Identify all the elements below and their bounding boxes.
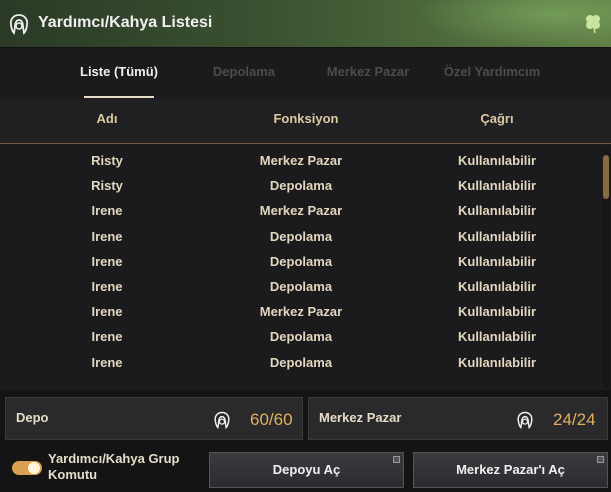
helper-name-cell: Irene bbox=[91, 203, 123, 219]
helper-function-cell: Merkez Pazar bbox=[259, 153, 343, 168]
market-summary-panel: Merkez Pazar 24/24 bbox=[308, 397, 608, 440]
helper-name-cell: Risty bbox=[91, 153, 123, 168]
helper-function-cell: Merkez Pazar bbox=[259, 304, 343, 320]
helper-name-cell: Risty bbox=[91, 178, 123, 194]
helper-function-cell: Depolama bbox=[269, 178, 333, 194]
open-storage-button[interactable]: Depoyu Aç bbox=[209, 452, 404, 488]
column-header-row: Adı Fonksiyon Çağrı bbox=[0, 99, 611, 144]
maid-head-icon bbox=[214, 411, 230, 430]
popout-icon bbox=[393, 456, 400, 463]
helper-function-cell: Depolama bbox=[269, 278, 333, 294]
helper-name-cell: Irene bbox=[91, 354, 123, 370]
column-header-call[interactable]: Çağrı bbox=[417, 111, 577, 126]
group-command-label: Yardımcı/Kahya Grup Komutu bbox=[48, 451, 180, 482]
table-row[interactable]: Irene Depolama Kullanılabilir bbox=[0, 275, 600, 300]
table-row[interactable]: Irene Merkez Pazar Kullanılabilir bbox=[0, 199, 600, 224]
helper-list[interactable]: Risty Merkez Pazar Kullanılabilir Risty Depo… bbox=[0, 149, 600, 387]
title-bar[interactable]: Yardımcı/Kahya Listesi bbox=[0, 0, 611, 48]
helper-call-status-cell: Kullanılabilir bbox=[457, 278, 536, 294]
helper-call-status-cell: Kullanılabilir bbox=[457, 203, 536, 219]
helper-call-status-cell: Kullanılabilir bbox=[457, 178, 536, 194]
maid-head-icon bbox=[517, 411, 533, 430]
helper-call-status-cell: Kullanılabilir bbox=[457, 304, 536, 320]
market-summary-label: Merkez Pazar bbox=[319, 410, 402, 425]
helper-function-cell: Depolama bbox=[269, 329, 333, 345]
storage-summary-panel: Depo 60/60 bbox=[5, 397, 303, 440]
open-market-button-label: Merkez Pazar'ı Aç bbox=[456, 462, 565, 477]
helper-call-status-cell: Kullanılabilir bbox=[457, 253, 536, 269]
column-header-function[interactable]: Fonksiyon bbox=[236, 111, 376, 126]
table-row[interactable]: Risty Merkez Pazar Kullanılabilir bbox=[0, 149, 600, 174]
tab-storage[interactable]: Depolama bbox=[184, 64, 304, 79]
helper-call-status-cell: Kullanılabilir bbox=[457, 228, 536, 244]
table-row[interactable]: Risty Depolama Kullanılabilir bbox=[0, 174, 600, 199]
popout-icon bbox=[597, 456, 604, 463]
helper-call-status-cell: Kullanılabilir bbox=[457, 329, 536, 345]
clover-icon[interactable] bbox=[582, 12, 604, 34]
helper-function-cell: Depolama bbox=[269, 228, 333, 244]
helper-name-cell: Irene bbox=[91, 253, 123, 269]
list-scrollbar-thumb[interactable] bbox=[603, 155, 609, 199]
storage-summary-label: Depo bbox=[16, 410, 49, 425]
column-header-name[interactable]: Adı bbox=[62, 111, 152, 126]
group-command-toggle-knob[interactable] bbox=[28, 462, 40, 474]
tab-list-all[interactable]: Liste (Tümü) bbox=[59, 64, 179, 79]
tab-my-special-helper[interactable]: Özel Yardımcım bbox=[432, 64, 552, 79]
open-storage-button-label: Depoyu Aç bbox=[272, 462, 341, 477]
helper-name-cell: Irene bbox=[91, 278, 123, 294]
helper-function-cell: Depolama bbox=[269, 253, 333, 269]
helper-call-status-cell: Kullanılabilir bbox=[457, 354, 536, 370]
helper-function-cell: Merkez Pazar bbox=[259, 203, 343, 219]
window-title: Yardımcı/Kahya Listesi bbox=[38, 14, 213, 31]
table-row[interactable]: Irene Depolama Kullanılabilir bbox=[0, 325, 600, 350]
helper-name-cell: Irene bbox=[91, 329, 123, 345]
helper-name-cell: Irene bbox=[91, 228, 123, 244]
helper-function-cell: Depolama bbox=[269, 354, 333, 370]
table-row[interactable]: Irene Merkez Pazar Kullanılabilir bbox=[0, 300, 600, 325]
table-row[interactable]: Irene Depolama Kullanılabilir bbox=[0, 250, 600, 275]
helper-name-cell: Irene bbox=[91, 304, 123, 320]
storage-summary-count: 60/60 bbox=[250, 410, 293, 429]
open-market-button[interactable]: Merkez Pazar'ı Aç bbox=[413, 452, 608, 488]
tab-bar: Liste (Tümü) Depolama Merkez Pazar Özel … bbox=[0, 48, 611, 99]
maid-head-icon bbox=[9, 14, 29, 35]
active-tab-indicator bbox=[84, 96, 154, 98]
table-row[interactable]: Irene Depolama Kullanılabilir bbox=[0, 351, 600, 376]
title-bar-decoration bbox=[411, 0, 611, 47]
market-summary-count: 24/24 bbox=[553, 410, 596, 429]
table-row[interactable]: Irene Depolama Kullanılabilir bbox=[0, 225, 600, 250]
tab-central-market[interactable]: Merkez Pazar bbox=[308, 64, 428, 79]
helper-call-status-cell: Kullanılabilir bbox=[457, 153, 536, 168]
